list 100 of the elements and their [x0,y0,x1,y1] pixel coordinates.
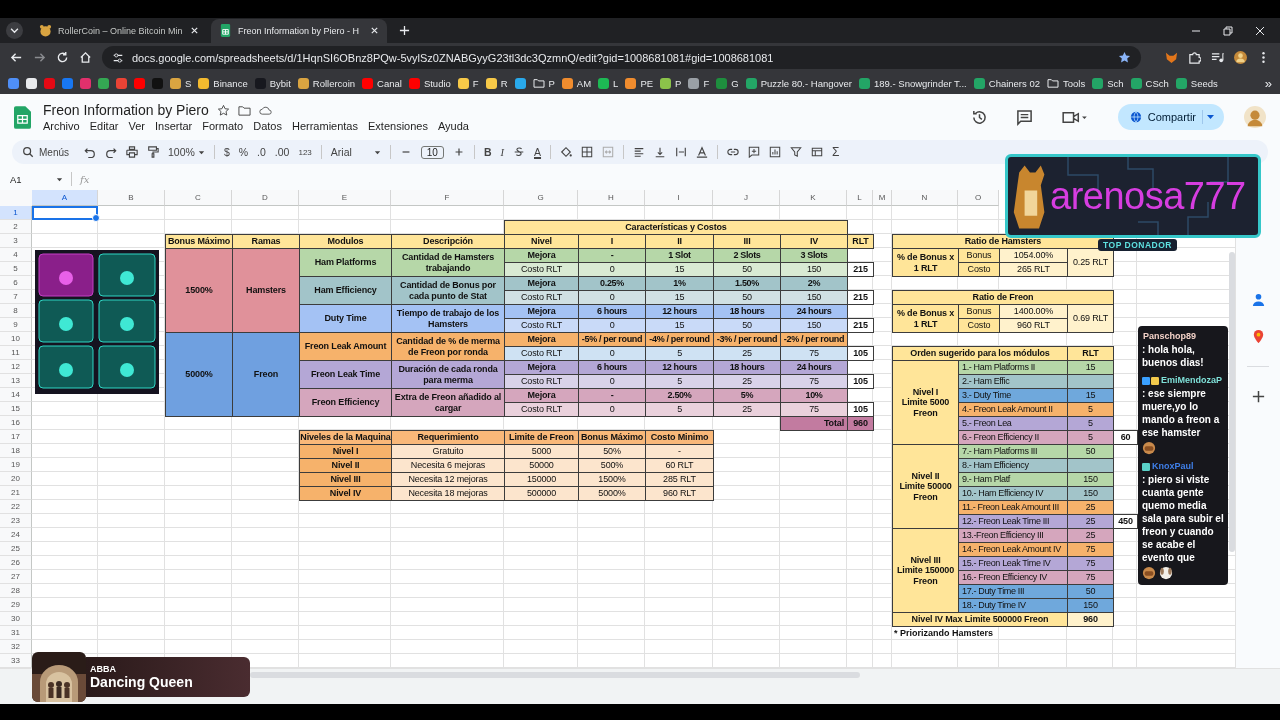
column-header[interactable]: C [165,190,232,206]
column-header[interactable]: N [892,190,958,206]
row-header[interactable]: 26 [0,556,32,570]
table-cell: Nivel III Limite 150000 Freon [892,528,959,613]
share-button[interactable]: Compartir [1117,104,1224,130]
bookmark[interactable]: Rollercoin [297,77,356,89]
more-bookmarks-button[interactable]: » [1264,75,1272,91]
bookmark[interactable]: Seeds [1175,77,1218,89]
bookmark[interactable]: P [532,77,555,89]
row-header[interactable]: 5 [0,262,32,276]
column-header[interactable]: M [873,190,892,206]
bookmark[interactable]: P [660,77,682,89]
artist-name: ABBA [90,664,117,674]
row-header[interactable]: 33 [0,654,32,668]
address-bar[interactable]: docs.google.com/spreadsheets/d/1HqnSI6OBnz8PQw-5vylSz0ZNABGyyG23tl3dc3QzmnQ/edit?gid=1008681081#gid=1008681081 [102,46,1141,69]
bookmark[interactable]: Studio [408,77,451,89]
text-color-button[interactable]: A [534,146,542,158]
percent-format-button[interactable]: % [238,146,249,158]
row-header[interactable]: 23 [0,514,32,528]
bookmark[interactable]: R [485,77,508,89]
column-header[interactable]: L [847,190,873,206]
document-title[interactable]: Freon Information by Piero [43,102,209,118]
name-box[interactable]: A1 [10,173,54,185]
bookmark[interactable]: CSch [1130,77,1169,89]
row-header[interactable]: 7 [0,290,32,304]
bookmark[interactable]: Canal [362,77,402,89]
number-format-button[interactable]: 123 [298,147,312,157]
row-header[interactable]: 11 [0,346,32,360]
zoom-dropdown[interactable]: 100% [168,146,195,158]
menu-item[interactable]: Archivo [43,120,80,132]
bookmark[interactable]: F [688,77,710,89]
column-header[interactable]: G [504,190,578,206]
row-header[interactable]: 9 [0,318,32,332]
column-header[interactable]: O [958,190,999,206]
row-header[interactable]: 32 [0,640,32,654]
increase-decimals-button[interactable]: .00 [274,146,290,158]
column-header[interactable]: B [98,190,165,206]
row-header[interactable]: 30 [0,612,32,626]
column-header[interactable]: J [713,190,780,206]
column-header[interactable]: E [299,190,391,206]
row-header[interactable]: 19 [0,458,32,472]
menu-search-field[interactable]: Menús [22,146,75,158]
row-header[interactable]: 29 [0,598,32,612]
bold-button[interactable]: B [483,146,492,158]
row-header[interactable]: 10 [0,332,32,346]
menu-item[interactable]: Datos [253,120,282,132]
row-header[interactable]: 3 [0,234,32,248]
bookmark[interactable]: S [170,77,192,89]
row-header[interactable]: 4 [0,248,32,262]
bookmark[interactable]: Tools [1047,77,1086,89]
menu-item[interactable]: Herramientas [291,120,358,132]
menu-item[interactable]: Extensiones [368,120,428,132]
browser-tab[interactable]: RollerCoin – Online Bitcoin Min [31,18,207,43]
row-header[interactable]: 31 [0,626,32,640]
row-header[interactable]: 6 [0,276,32,290]
column-header[interactable]: H [578,190,645,206]
bookmark[interactable]: Binance [198,77,248,89]
menu-item[interactable]: Formato [202,120,244,132]
row-header[interactable]: 13 [0,374,32,388]
row-header[interactable]: 24 [0,528,32,542]
row-header[interactable]: 1 [0,206,32,220]
menu-item[interactable]: Ver [128,120,145,132]
table-cell: Nivel I Limite 5000 Freon [892,360,959,445]
bookmark[interactable]: PE [625,77,654,89]
row-header[interactable]: 2 [0,220,32,234]
row-header[interactable]: 27 [0,570,32,584]
bookmark[interactable]: G [716,77,739,89]
row-header[interactable]: 16 [0,416,32,430]
row-header[interactable]: 12 [0,360,32,374]
menu-item[interactable]: Ayuda [437,120,469,132]
row-header[interactable]: 21 [0,486,32,500]
italic-button[interactable]: I [500,146,504,158]
column-header[interactable]: A [32,190,98,206]
row-header[interactable]: 18 [0,444,32,458]
row-header[interactable]: 14 [0,388,32,402]
bookmark[interactable]: AM [561,77,592,89]
row-header[interactable]: 28 [0,584,32,598]
row-header[interactable]: 20 [0,472,32,486]
browser-tab[interactable]: Freon Information by Piero - H [211,18,387,43]
bookmark[interactable]: F [457,77,479,89]
row-header[interactable]: 8 [0,304,32,318]
column-header[interactable]: I [645,190,713,206]
column-header[interactable]: D [232,190,299,206]
menu-item[interactable]: Editar [89,120,119,132]
decrease-decimals-button[interactable]: .0 [257,146,266,158]
row-header[interactable]: 25 [0,542,32,556]
row-header[interactable]: 22 [0,500,32,514]
column-header[interactable]: K [780,190,847,206]
bookmark[interactable]: L [598,77,619,89]
font-dropdown[interactable]: Arial [330,146,371,158]
font-size-field[interactable]: 10 [420,145,444,159]
column-header[interactable]: F [391,190,504,206]
row-header[interactable]: 15 [0,402,32,416]
menu-item[interactable]: Insertar [154,120,193,132]
bookmark[interactable]: Sch [1092,77,1124,89]
functions-button[interactable]: Σ [832,145,840,159]
currency-format-button[interactable]: $ [223,146,230,158]
bookmark[interactable]: Chainers 02 [973,77,1040,89]
bookmark[interactable]: Bybit [254,77,291,89]
row-header[interactable]: 17 [0,430,32,444]
